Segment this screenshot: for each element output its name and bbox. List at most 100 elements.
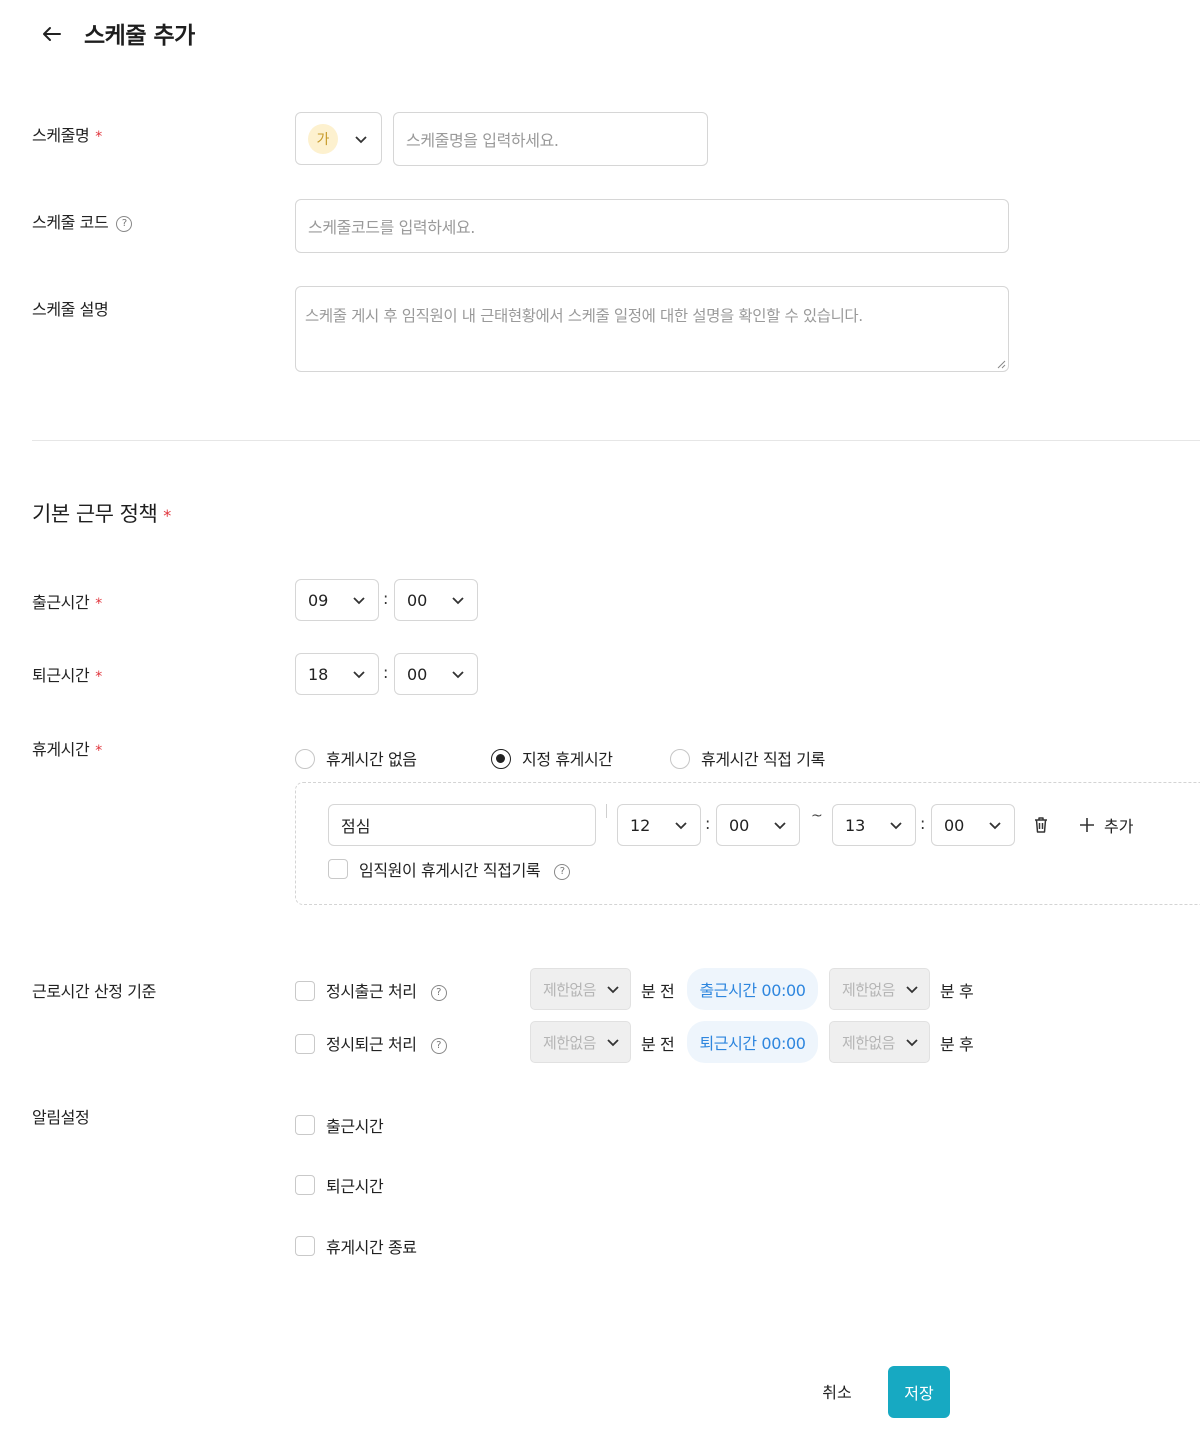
help-icon[interactable]: ? [116,215,133,232]
break-start-hour-select[interactable]: 12 [617,804,701,846]
break-name-value: 점심 [341,817,371,836]
save-button[interactable]: 저장 [888,1366,950,1418]
help-icon[interactable]: ? [430,1037,447,1054]
break-start-minute-value: 00 [729,815,750,835]
check-out-minute-value: 00 [407,664,428,684]
checkout-after-select[interactable]: 제한없음 [829,1021,930,1063]
trash-icon[interactable] [1031,815,1051,835]
chevron-down-icon [353,671,365,679]
schedule-name-input[interactable]: 스케줄명을 입력하세요. [393,112,708,166]
alarm-settings-label: 알림설정 [32,1108,90,1127]
required-mark: * [95,596,102,612]
schedule-code-label: 스케줄 코드? [32,209,133,233]
break-name-input[interactable]: 점심 [328,804,596,846]
chevron-down-icon [607,986,619,994]
chevron-down-icon [774,822,786,830]
checkin-before-value: 제한없음 [543,980,596,999]
help-icon[interactable]: ? [430,984,447,1001]
ontime-checkin-checkbox[interactable] [295,981,315,1001]
schedule-code-input[interactable]: 스케줄코드를 입력하세요. [295,199,1009,253]
chevron-down-icon [906,1039,918,1047]
arrow-left-icon[interactable] [38,20,66,48]
chevron-down-icon [906,986,918,994]
check-out-hour-select[interactable]: 18 [295,653,379,695]
chevron-down-icon [353,597,365,605]
check-in-minute-select[interactable]: 00 [394,579,478,621]
calc-basis-label: 근로시간 산정 기준 [32,982,156,1001]
break-self-record-radio[interactable] [670,749,690,769]
ontime-checkout-checkbox[interactable] [295,1034,315,1054]
alarm-break-end-label: 휴게시간 종료 [326,1238,417,1257]
break-end-hour-value: 13 [845,815,866,835]
alarm-checkin-checkbox[interactable] [295,1115,315,1135]
policy-section-title: 기본 근무 정책 * [32,498,171,528]
check-out-label-text: 퇴근시간 [32,666,90,685]
cancel-button[interactable]: 취소 [806,1366,868,1416]
check-in-hour-value: 09 [308,590,329,610]
minutes-before-text: 분 전 [641,982,675,1001]
check-in-hour-select[interactable]: 09 [295,579,379,621]
check-in-minute-value: 00 [407,590,428,610]
checkin-after-select[interactable]: 제한없음 [829,968,930,1010]
help-icon[interactable]: ? [554,863,571,880]
break-end-hour-select[interactable]: 13 [832,804,916,846]
time-separator: : [383,663,389,682]
ontime-checkin-label: 정시출근 처리? [326,978,447,1002]
minutes-after-text: 분 후 [940,1035,974,1054]
ontime-checkout-text: 정시퇴근 처리 [326,1035,417,1054]
break-end-minute-value: 00 [944,815,965,835]
check-out-label: 퇴근시간 * [32,662,102,686]
checkout-before-select[interactable]: 제한없음 [530,1021,631,1063]
break-end-minute-select[interactable]: 00 [931,804,1015,846]
color-chip: 가 [308,123,338,154]
range-tilde: ~ [811,808,823,824]
checkin-after-value: 제한없음 [842,980,895,999]
check-in-label: 출근시간 * [32,589,102,613]
chevron-down-icon [607,1039,619,1047]
chevron-down-icon [452,671,464,679]
alarm-break-end-checkbox[interactable] [295,1236,315,1256]
schedule-description-placeholder: 스케줄 게시 후 임직원이 내 근태현황에서 스케줄 일정에 대한 설명을 확인… [305,307,863,325]
time-separator: : [920,814,926,833]
break-label: 휴게시간 * [32,736,102,760]
minutes-after-text: 분 후 [940,982,974,1001]
schedule-name-placeholder: 스케줄명을 입력하세요. [406,131,559,150]
break-none-label: 휴게시간 없음 [326,750,417,769]
break-self-record-text: 임직원이 휴게시간 직접기록 [359,861,541,880]
ontime-checkout-label: 정시퇴근 처리? [326,1031,447,1055]
break-fixed-radio[interactable] [491,749,511,769]
alarm-checkout-checkbox[interactable] [295,1175,315,1195]
checkin-time-pill: 출근시간 00:00 [687,968,818,1010]
divider [606,804,607,818]
minutes-before-text: 분 전 [641,1035,675,1054]
time-separator: : [383,589,389,608]
break-self-record-checkbox-label: 임직원이 휴게시간 직접기록? [359,857,571,881]
check-out-minute-select[interactable]: 00 [394,653,478,695]
add-break-label: 추가 [1104,817,1134,836]
break-start-minute-select[interactable]: 00 [716,804,800,846]
required-mark: * [95,669,102,685]
checkin-before-select[interactable]: 제한없음 [530,968,631,1010]
break-self-record-label: 휴게시간 직접 기록 [701,750,825,769]
alarm-checkout-label: 퇴근시간 [326,1177,384,1196]
time-separator: : [705,814,711,833]
ontime-checkin-text: 정시출근 처리 [326,982,417,1001]
break-self-record-checkbox[interactable] [328,859,348,879]
schedule-code-placeholder: 스케줄코드를 입력하세요. [308,218,475,237]
checkout-after-value: 제한없음 [842,1033,895,1052]
add-break-button[interactable]: 추가 [1078,813,1133,837]
break-label-text: 휴게시간 [32,740,90,759]
break-start-hour-value: 12 [630,815,651,835]
schedule-name-label-text: 스케줄명 [32,126,90,145]
check-out-hour-value: 18 [308,664,329,684]
check-in-label-text: 출근시간 [32,593,90,612]
resize-handle-icon[interactable] [996,359,1006,369]
alarm-checkin-label: 출근시간 [326,1117,384,1136]
break-none-radio[interactable] [295,749,315,769]
chevron-down-icon [890,822,902,830]
policy-title-text: 기본 근무 정책 [32,502,158,526]
schedule-name-label: 스케줄명 * [32,122,102,146]
schedule-description-textarea[interactable]: 스케줄 게시 후 임직원이 내 근태현황에서 스케줄 일정에 대한 설명을 확인… [295,286,1009,372]
color-chip-select[interactable]: 가 [295,112,382,165]
required-mark: * [95,743,102,759]
